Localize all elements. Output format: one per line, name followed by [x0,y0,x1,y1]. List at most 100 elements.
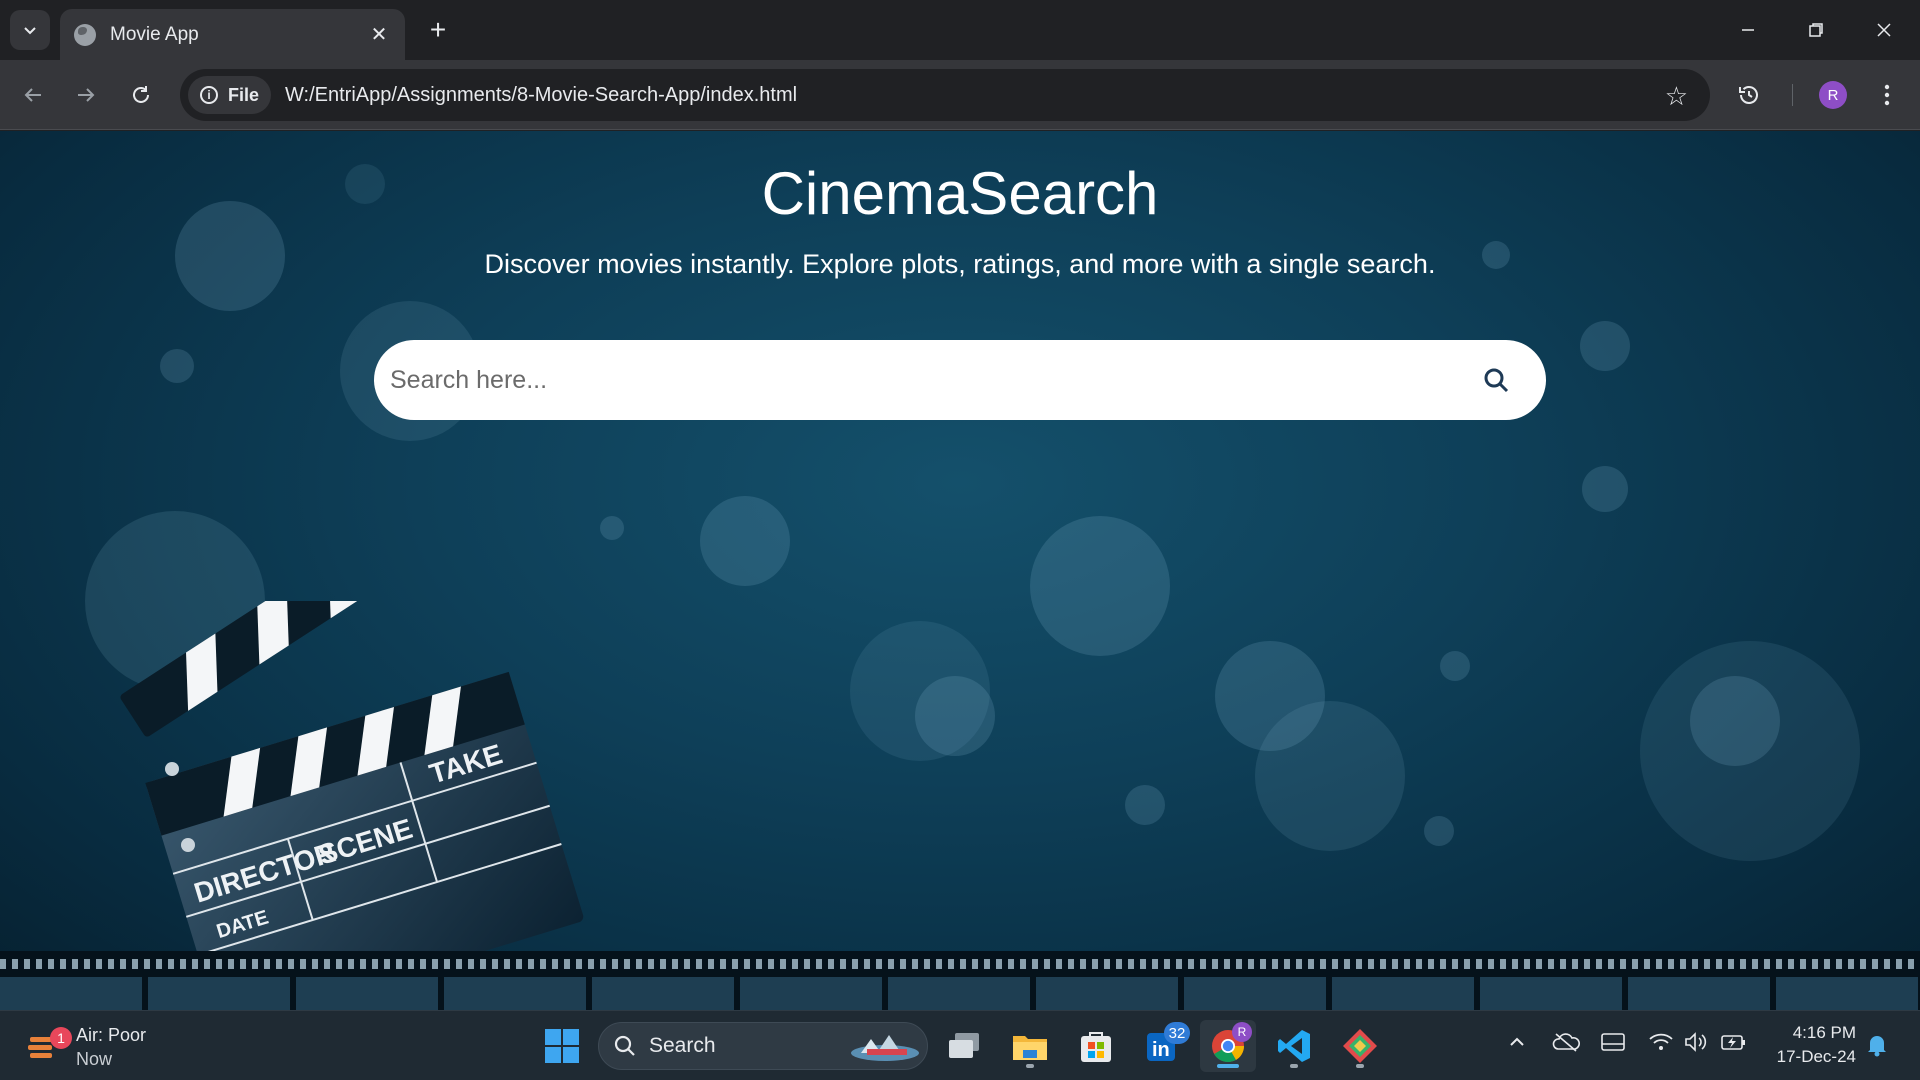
windows-logo-icon [545,1029,579,1063]
running-indicator [1290,1064,1298,1068]
profile-button[interactable]: R [1812,74,1854,116]
vscode-button[interactable] [1268,1020,1320,1072]
url-text[interactable]: W:/EntriApp/Assignments/8-Movie-Search-A… [285,84,797,107]
microsoft-store-button[interactable] [1070,1020,1122,1072]
browser-tab[interactable]: Movie App ✕ [60,9,405,60]
site-info-label: File [228,84,260,105]
running-indicator [1026,1064,1034,1068]
restore-icon [1809,23,1823,37]
weather-widget[interactable]: 1 Air: Poor Now [26,1023,146,1071]
clock-date: 17-Dec-24 [1776,1047,1856,1066]
film-frames [0,977,1920,1010]
start-button[interactable] [536,1020,588,1072]
search-icon [1484,368,1509,393]
linkedin-button[interactable]: in 32 [1136,1020,1190,1072]
reload-icon [133,86,149,103]
globe-icon [74,23,96,46]
task-view-button[interactable] [938,1020,990,1072]
wifi-icon[interactable] [1648,1031,1674,1059]
site-info-chip[interactable]: i File [188,76,272,114]
restore-button[interactable] [1782,0,1850,60]
active-indicator [1217,1064,1239,1068]
bokeh-light [1582,466,1628,512]
toolbar-divider [1792,84,1793,106]
movie-search-box [374,340,1546,420]
clapper-hinge [181,838,195,852]
bokeh-light [700,496,790,586]
bookmark-star-icon[interactable]: ☆ [1665,81,1688,112]
arrow-left-icon [24,88,41,102]
notification-bell-icon[interactable] [1866,1033,1888,1063]
chrome-profile-badge: R [1232,1022,1252,1042]
folder-icon [1013,1036,1047,1060]
vscode-icon [1278,1030,1310,1062]
more-vertical-icon [1884,84,1890,106]
bokeh-light [1440,651,1470,681]
window-close-button[interactable] [1850,0,1918,60]
page-viewport: CinemaSearch Discover movies instantly. … [0,131,1920,1010]
battery-charging-icon[interactable] [1720,1031,1748,1059]
arrow-right-icon [78,88,95,102]
chrome-button[interactable]: R [1200,1020,1256,1072]
menu-button[interactable] [1866,74,1908,116]
search-highlight-icon [851,1035,919,1061]
weather-title: Air: Poor [76,1025,147,1045]
search-icon [614,1035,635,1056]
taskbar-search-label: Search [649,1034,716,1057]
git-tool-icon [1343,1029,1377,1063]
onedrive-off-icon[interactable] [1552,1031,1580,1059]
show-hidden-icons-chevron-icon[interactable] [1508,1031,1526,1057]
weather-subtitle: Now [76,1049,113,1069]
file-explorer-button[interactable] [1004,1020,1056,1072]
search-button[interactable] [1476,360,1516,400]
page-title: CinemaSearch [761,160,1159,227]
info-icon: i [200,86,218,104]
system-clock[interactable]: 4:16 PM 17-Dec-24 [1766,1021,1856,1069]
tab-close-icon[interactable]: ✕ [367,23,391,47]
history-icon [1739,86,1758,104]
search-input[interactable] [390,365,1476,395]
os-taskbar: 1 Air: Poor Now Search in 32 R 4:16 PM 1… [0,1010,1920,1080]
chevron-down-icon [24,27,36,35]
bokeh-light [1125,785,1165,825]
reload-button[interactable] [120,74,162,116]
volume-icon[interactable] [1684,1031,1708,1059]
linkedin-badge: 32 [1164,1022,1190,1044]
browser-toolbar: i File W:/EntriApp/Assignments/8-Movie-S… [0,60,1920,130]
tab-title: Movie App [110,23,199,45]
forward-button[interactable] [65,74,107,116]
bokeh-light [1690,676,1780,766]
bokeh-light [1030,516,1170,656]
clapperboard-illustration: DIRECTOR SCENE TAKE DATE [120,601,584,961]
bokeh-light [160,349,194,383]
task-view-icon [949,1033,979,1058]
store-icon [1081,1032,1111,1062]
close-icon [1877,23,1891,37]
bokeh-light [1255,701,1405,851]
browser-tab-strip: Movie App ✕ + [0,0,1920,60]
git-app-button[interactable] [1334,1020,1386,1072]
minimize-icon [1742,29,1754,31]
address-bar[interactable]: i File W:/EntriApp/Assignments/8-Movie-S… [180,69,1710,121]
taskbar-search[interactable]: Search [598,1022,928,1070]
page-subtitle: Discover movies instantly. Explore plots… [484,249,1436,279]
film-perforations [0,959,1920,969]
svg-text:in: in [1152,1039,1170,1061]
bokeh-light [600,516,624,540]
running-indicator [1356,1064,1364,1068]
clapper-hinge [165,762,179,776]
tablet-mode-icon[interactable] [1600,1031,1626,1059]
notification-badge: 1 [50,1027,72,1049]
avatar: R [1819,81,1847,109]
history-button[interactable] [1728,74,1770,116]
air-quality-icon: 1 [26,1027,72,1065]
bokeh-light [1580,321,1630,371]
clock-time: 4:16 PM [1792,1023,1856,1042]
new-tab-button[interactable]: + [420,12,456,48]
film-strip-decoration [0,951,1920,1010]
tab-search-button[interactable] [10,10,50,50]
minimize-button[interactable] [1714,0,1782,60]
bokeh-light [1424,816,1454,846]
bokeh-light [915,676,995,756]
back-button[interactable] [12,74,54,116]
